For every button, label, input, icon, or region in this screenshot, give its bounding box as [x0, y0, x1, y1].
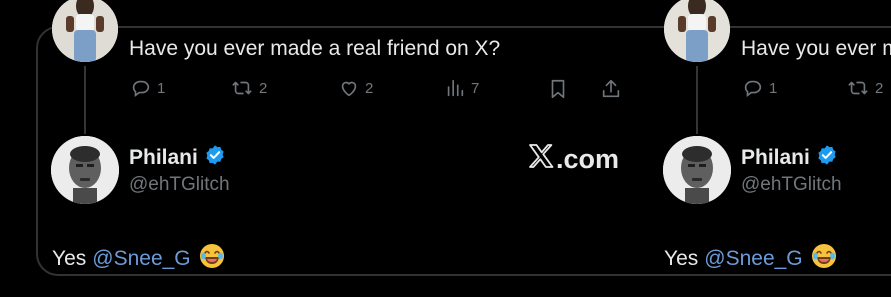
repost-icon [846, 77, 870, 99]
right-reply-tweet-text: Yes @Snee_G [664, 243, 837, 275]
reply-icon [742, 77, 764, 99]
right-repost-button[interactable]: 2 [846, 77, 883, 99]
bookmark-icon [547, 77, 569, 101]
right-mention-link[interactable]: @Snee_G [704, 247, 802, 271]
right-reply-button[interactable]: 1 [742, 77, 777, 99]
verified-badge-icon [816, 144, 838, 172]
thread-line [84, 66, 86, 134]
right-reply-author-avatar[interactable] [663, 136, 731, 204]
reply-author-name[interactable]: Philani [129, 144, 226, 172]
reply-icon [130, 77, 152, 99]
mention-link[interactable]: @Snee_G [92, 247, 190, 271]
right-reply-author-name[interactable]: Philani [741, 144, 838, 172]
right-tweet-actions: 1 2 [742, 77, 891, 101]
reply-author-name-text: Philani [129, 146, 198, 169]
x-com-watermark: .com [528, 144, 619, 175]
right-repost-count: 2 [875, 79, 884, 97]
right-reply-author-handle[interactable]: @ehTGlitch [741, 174, 842, 196]
right-reply-author-name-text: Philani [741, 146, 810, 169]
original-tweet-text: Have you ever made a real friend on X? [129, 37, 501, 60]
right-original-tweet-text: Have you ever m [741, 37, 891, 60]
verified-badge-icon [204, 144, 226, 172]
like-button[interactable]: 2 [338, 77, 373, 99]
like-count: 2 [365, 79, 374, 97]
x-logo-icon [528, 144, 554, 175]
right-thread-line [696, 66, 698, 134]
laughing-emoji-icon [811, 243, 837, 275]
share-icon [600, 77, 622, 101]
reply-author-handle[interactable]: @ehTGlitch [129, 174, 230, 196]
screenshot: Have you ever made a real friend on X? 1… [0, 0, 891, 297]
repost-button[interactable]: 2 [230, 77, 267, 99]
repost-icon [230, 77, 254, 99]
reply-author-avatar[interactable] [51, 136, 119, 204]
repost-count: 2 [259, 79, 268, 97]
laughing-emoji-icon [199, 243, 225, 275]
x-com-domain: .com [556, 144, 620, 174]
reply-button[interactable]: 1 [130, 77, 165, 99]
right-reply-count: 1 [769, 79, 778, 97]
share-button[interactable] [600, 77, 622, 101]
views-count: 7 [471, 79, 480, 97]
reply-count: 1 [157, 79, 166, 97]
views-button[interactable]: 7 [444, 77, 479, 99]
tweet-actions: 1 2 2 7 [130, 77, 630, 101]
bookmark-button[interactable] [547, 77, 569, 101]
reply-text-prefix: Yes [52, 247, 87, 270]
reply-tweet-text: Yes @Snee_G [52, 243, 225, 275]
views-icon [444, 77, 466, 99]
right-reply-text-prefix: Yes [664, 247, 699, 270]
like-icon [338, 77, 360, 99]
